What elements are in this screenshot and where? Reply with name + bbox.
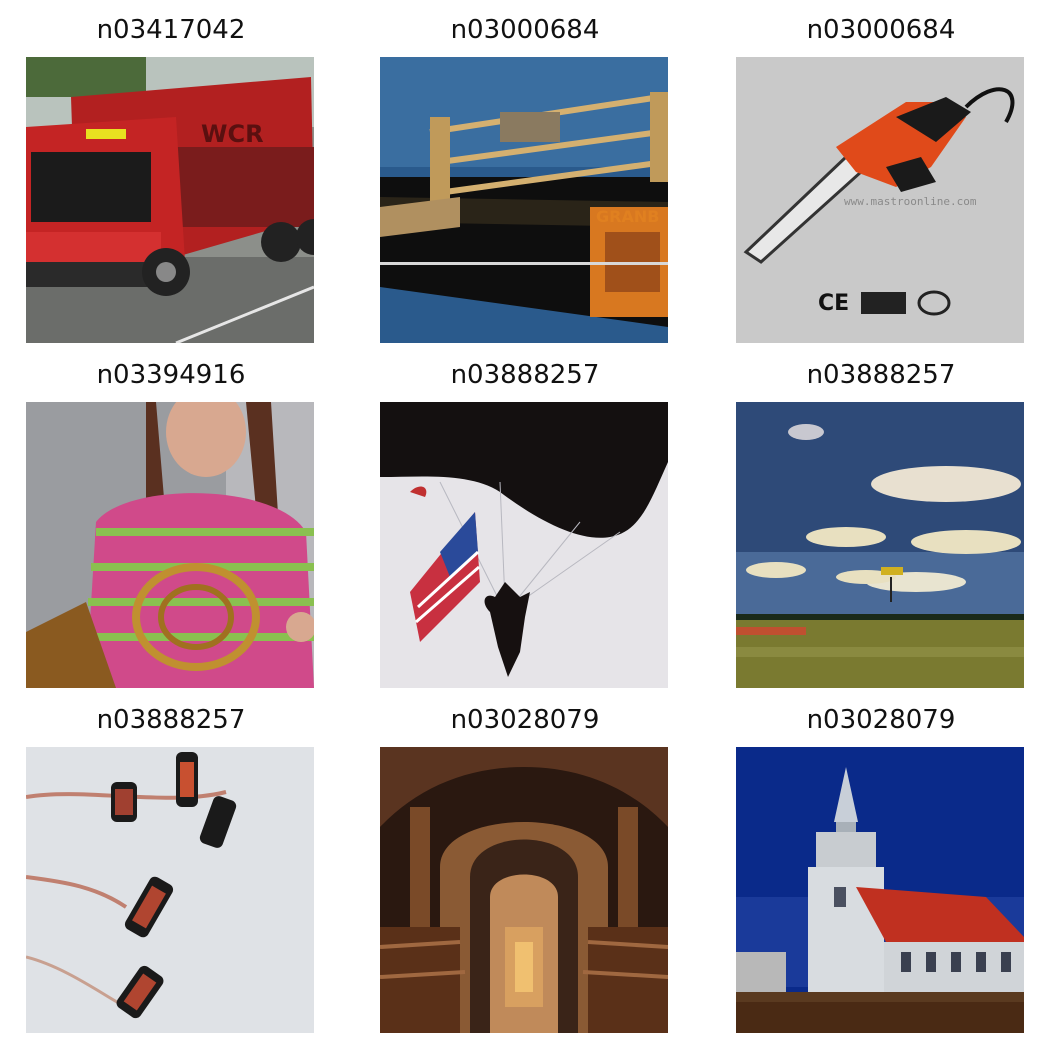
church-exterior-image	[736, 747, 1024, 1033]
svg-text:GRANB: GRANB	[596, 207, 659, 226]
image-label: n03000684	[806, 15, 956, 45]
ce-mark: CE	[818, 291, 849, 316]
image-label: n03028079	[450, 705, 600, 735]
watermark-text: www.mastroonline.com	[844, 195, 977, 208]
french-horn-image	[26, 402, 314, 688]
parachute-sky-image	[736, 402, 1024, 688]
parachute-formation-image	[26, 747, 314, 1033]
image-label: n03888257	[450, 360, 600, 390]
church-interior-image	[380, 747, 668, 1033]
parachute-flag-image	[380, 402, 668, 688]
svg-text:WCR: WCR	[201, 120, 264, 148]
image-label: n03000684	[450, 15, 600, 45]
image-label: n03417042	[96, 15, 246, 45]
chainsaw-product-image: www.mastroonline.com CE	[736, 57, 1024, 343]
image-label: n03888257	[96, 705, 246, 735]
image-label: n03888257	[806, 360, 956, 390]
chainsaw-machine-image: GRANB	[380, 57, 668, 343]
image-label: n03028079	[806, 705, 956, 735]
truck-image: WCR	[26, 57, 314, 343]
image-label: n03394916	[96, 360, 246, 390]
